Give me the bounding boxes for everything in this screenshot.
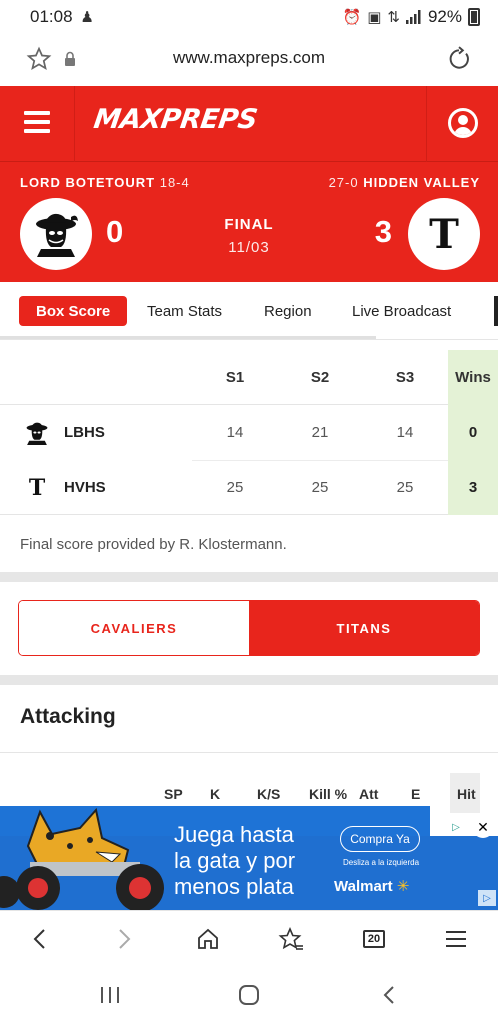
browser-toolbar: 20 (0, 910, 498, 966)
reload-icon[interactable] (446, 46, 472, 72)
stat-header-att[interactable]: Att (359, 786, 378, 802)
stat-header-e[interactable]: E (411, 786, 420, 802)
menu-icon (446, 931, 466, 947)
home-icon (198, 928, 218, 949)
ad-info-icon[interactable]: ▷ (478, 890, 496, 906)
signal-icon (405, 10, 421, 24)
header-s3: S3 (395, 369, 415, 386)
ad-cta-button[interactable]: Compra Ya (340, 826, 420, 852)
maxpreps-logo[interactable]: MAXPREPS (92, 104, 259, 135)
score-s3: 14 (396, 424, 414, 441)
game-tabs: Box Score Team Stats Region Live Broadca… (0, 282, 498, 340)
wins-value: 3 (448, 460, 498, 515)
box-score-table: S1 S2 S3 Wins LBHS 14 21 14 0 T HVHS 25 … (0, 350, 498, 515)
recent-apps-icon (101, 987, 119, 1003)
home-team-record: 18-4 (159, 175, 190, 190)
stat-header-k[interactable]: K (210, 786, 220, 802)
alarm-icon: ⏰ (342, 9, 362, 26)
attacking-title: Attacking (20, 705, 116, 728)
section-divider (0, 572, 498, 582)
cavalier-logo-icon (24, 420, 50, 446)
home-outline-icon (239, 985, 259, 1005)
battery-percent: 92% (427, 7, 462, 26)
ad-subtext: Desliza a la izquierda (343, 858, 420, 867)
table-row: T HVHS 25 25 25 3 (0, 460, 498, 515)
wins-value: 0 (448, 405, 498, 460)
score-s2: 25 (311, 479, 329, 496)
user-account-icon[interactable] (448, 108, 478, 138)
notification-icon: ♟ (80, 9, 94, 26)
ad-banner[interactable]: Juega hasta la gata y por menos plata Co… (0, 806, 498, 910)
adchoices-icon[interactable]: ▷ (446, 818, 466, 836)
team-abbr: HVHS (64, 479, 106, 496)
team-toggle: CAVALIERS TITANS (18, 600, 480, 656)
bookmarks-button[interactable] (275, 923, 307, 955)
header-wins: Wins (448, 350, 498, 405)
away-score: 3 (374, 214, 392, 249)
url-text[interactable]: www.maxpreps.com (0, 48, 498, 68)
section-divider (0, 752, 498, 753)
tab-count: 20 (363, 930, 385, 948)
home-team-name[interactable]: LORD BOTETOURT 18-4 (20, 175, 190, 190)
tab-team-stats[interactable]: Team Stats (147, 296, 222, 326)
toggle-cavaliers[interactable]: CAVALIERS (19, 601, 249, 655)
stat-header-sp[interactable]: SP (164, 786, 183, 802)
home-button[interactable] (192, 923, 224, 955)
header-s1: S1 (225, 369, 245, 386)
walmart-logo: Walmart ✳ (334, 878, 410, 895)
system-navigation-bar (0, 966, 498, 1023)
tabs-button[interactable]: 20 (358, 923, 390, 955)
data-icon: ⇅ (387, 9, 400, 26)
recent-apps-button[interactable] (95, 980, 125, 1010)
status-bar: 01:08 ♟ ⏰ ▣ ⇅ 92% (0, 0, 498, 34)
score-s2: 21 (311, 424, 329, 441)
browser-address-bar[interactable]: www.maxpreps.com (0, 34, 498, 86)
tab-overflow[interactable] (494, 296, 498, 326)
system-back-button[interactable] (374, 980, 404, 1010)
tabs-scroll-indicator (0, 336, 376, 339)
section-divider (0, 675, 498, 685)
forward-button[interactable] (108, 923, 140, 955)
away-team-logo[interactable]: T (408, 198, 480, 270)
header-s2: S2 (310, 369, 330, 386)
tab-region[interactable]: Region (264, 296, 312, 326)
tab-box-score[interactable]: Box Score (19, 296, 128, 326)
table-row: LBHS 14 21 14 0 (0, 405, 498, 461)
monster-truck-image (0, 807, 164, 910)
score-s1: 14 (226, 424, 244, 441)
titans-logo-icon: T (429, 210, 459, 258)
menu-icon[interactable] (24, 111, 50, 133)
score-banner: LORD BOTETOURT 18-4 27-0 HIDDEN VALLEY 0… (0, 162, 498, 282)
away-team-record: 27-0 (328, 175, 359, 190)
back-icon (383, 986, 394, 1004)
chevron-left-icon (33, 929, 45, 949)
home-team-logo[interactable] (20, 198, 92, 270)
team-cell-hvhs[interactable]: T HVHS (24, 460, 106, 515)
titans-logo-icon: T (28, 474, 46, 501)
stat-header-kill-pct[interactable]: Kill % (309, 786, 347, 802)
team-cell-lbhs[interactable]: LBHS (24, 405, 105, 460)
bookmarks-star-icon (278, 927, 303, 950)
battery-icon (468, 8, 480, 26)
browser-menu-button[interactable] (440, 923, 472, 955)
site-header: MAXPREPS (0, 86, 498, 162)
table-header: S1 S2 S3 Wins (0, 350, 498, 405)
team-abbr: LBHS (64, 424, 105, 441)
back-button[interactable] (24, 923, 56, 955)
stat-header-ks[interactable]: K/S (257, 786, 280, 802)
lock-icon: ▣ (367, 9, 382, 26)
status-time: 01:08 (30, 7, 73, 26)
system-home-button[interactable] (234, 980, 264, 1010)
score-s3: 25 (396, 479, 414, 496)
toggle-titans[interactable]: TITANS (249, 601, 479, 655)
chevron-right-icon (119, 929, 131, 949)
tab-live-broadcast[interactable]: Live Broadcast (352, 296, 451, 326)
ad-close-button[interactable]: ✕ (472, 816, 494, 838)
stat-header-hit[interactable]: Hit (457, 786, 476, 802)
score-credit: Final score provided by R. Klostermann. (20, 536, 287, 553)
away-team-name[interactable]: 27-0 HIDDEN VALLEY (329, 175, 480, 190)
ad-headline: Juega hasta la gata y por menos plata (174, 822, 296, 899)
score-s1: 25 (226, 479, 244, 496)
